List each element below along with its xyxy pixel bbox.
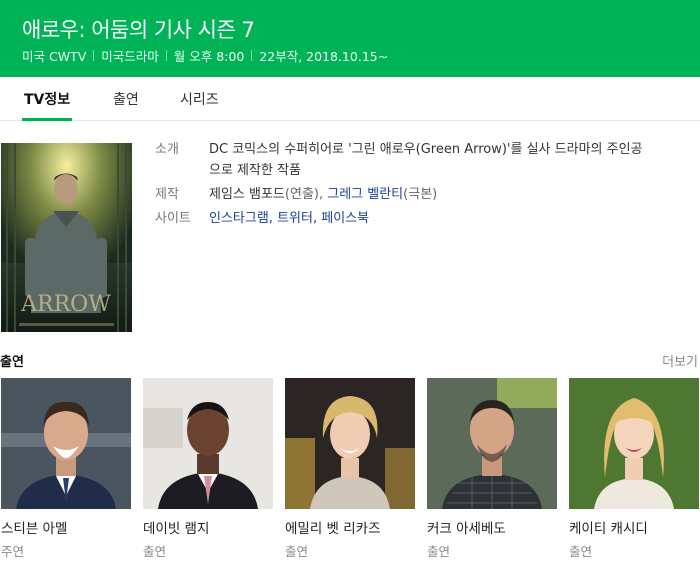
cast-name[interactable]: 에밀리 벳 리카즈 [285,517,415,537]
poster-logo-text: ARROW [20,292,111,317]
poster-image[interactable]: ARROW [1,143,132,332]
cast-name[interactable]: 스티븐 아멜 [1,517,131,537]
cast-heading: 출연 [0,355,24,370]
cast-member: 데이빗 램지 출연 [143,378,273,560]
writer-role: (극본) [403,187,438,202]
producer-name: 제임스 뱀포드 [209,187,285,202]
cast-role: 출연 [285,544,309,559]
cast-role: 출연 [143,544,167,559]
production-content: 제임스 뱀포드(연출), 그레그 벨란티(극본) [209,184,437,205]
site-separator: , [268,211,273,226]
cast-photo[interactable] [285,378,415,509]
intro-text: DC 코믹스의 수퍼히어로 '그린 애로우(Green Arrow)'를 실사 … [209,142,643,178]
cast-role: 출연 [427,544,451,559]
title-header: 애로우: 어둠의 기사 시즌 7 미국 CWTV 미국드라마 월 오후 8:00… [0,0,700,77]
cast-member: 에밀리 벳 리카즈 출연 [285,378,415,560]
cast-photo[interactable] [1,378,131,509]
meta-episodes: 22부작, 2018.10.15~ [259,49,389,64]
info-row-site: 사이트 인스타그램, 트위터, 페이스북 [155,208,675,229]
poster-illustration: ARROW [1,143,132,332]
cast-name[interactable]: 데이빗 램지 [143,517,273,537]
meta-airtime: 월 오후 8:00 [173,49,245,64]
info-row-intro: 소개 DC 코믹스의 수퍼히어로 '그린 애로우(Green Arrow)'를 … [155,139,675,181]
info-row-production: 제작 제임스 뱀포드(연출), 그레그 벨란티(극본) [155,184,675,205]
active-tab-indicator [22,118,72,121]
cast-name[interactable]: 커크 아세베도 [427,517,557,537]
show-title: 애로우: 어둠의 기사 시즌 7 [22,18,255,42]
writer-link[interactable]: 그레그 벨란티 [327,187,403,202]
meta-divider [251,50,253,61]
meta-divider [165,50,167,61]
twitter-link[interactable]: 트위터 [277,211,313,226]
tab-tv-info[interactable]: TV정보 [24,89,70,109]
tab-series[interactable]: 시리즈 [180,89,219,109]
cast-member: 커크 아세베도 출연 [427,378,557,560]
cast-photo[interactable] [143,378,273,509]
meta-network: 미국 CWTV [22,49,87,64]
show-meta: 미국 CWTV 미국드라마 월 오후 8:00 22부작, 2018.10.15… [22,46,388,65]
site-label: 사이트 [155,211,191,226]
cast-role: 출연 [569,544,593,559]
facebook-link[interactable]: 페이스북 [321,211,369,226]
cast-name[interactable]: 케이티 캐시디 [569,517,699,537]
tab-cast[interactable]: 출연 [113,89,139,109]
tab-bar: TV정보 출연 시리즈 [0,77,700,121]
cast-role: 주연 [1,544,25,559]
instagram-link[interactable]: 인스타그램 [209,211,269,226]
cast-member: 케이티 캐시디 출연 [569,378,699,560]
cast-photo[interactable] [427,378,557,509]
site-separator: , [312,211,318,226]
meta-divider [93,50,95,61]
cast-member: 스티븐 아멜 주연 [1,378,131,560]
show-info: 소개 DC 코믹스의 수퍼히어로 '그린 애로우(Green Arrow)'를 … [155,139,675,232]
cast-photo[interactable] [569,378,699,509]
intro-label: 소개 [155,142,179,157]
production-label: 제작 [155,187,179,202]
meta-genre: 미국드라마 [101,49,159,64]
site-links: 인스타그램, 트위터, 페이스북 [209,208,369,229]
more-cast-link[interactable]: 더보기 [662,351,698,370]
producer-role: (연출), [284,187,324,202]
